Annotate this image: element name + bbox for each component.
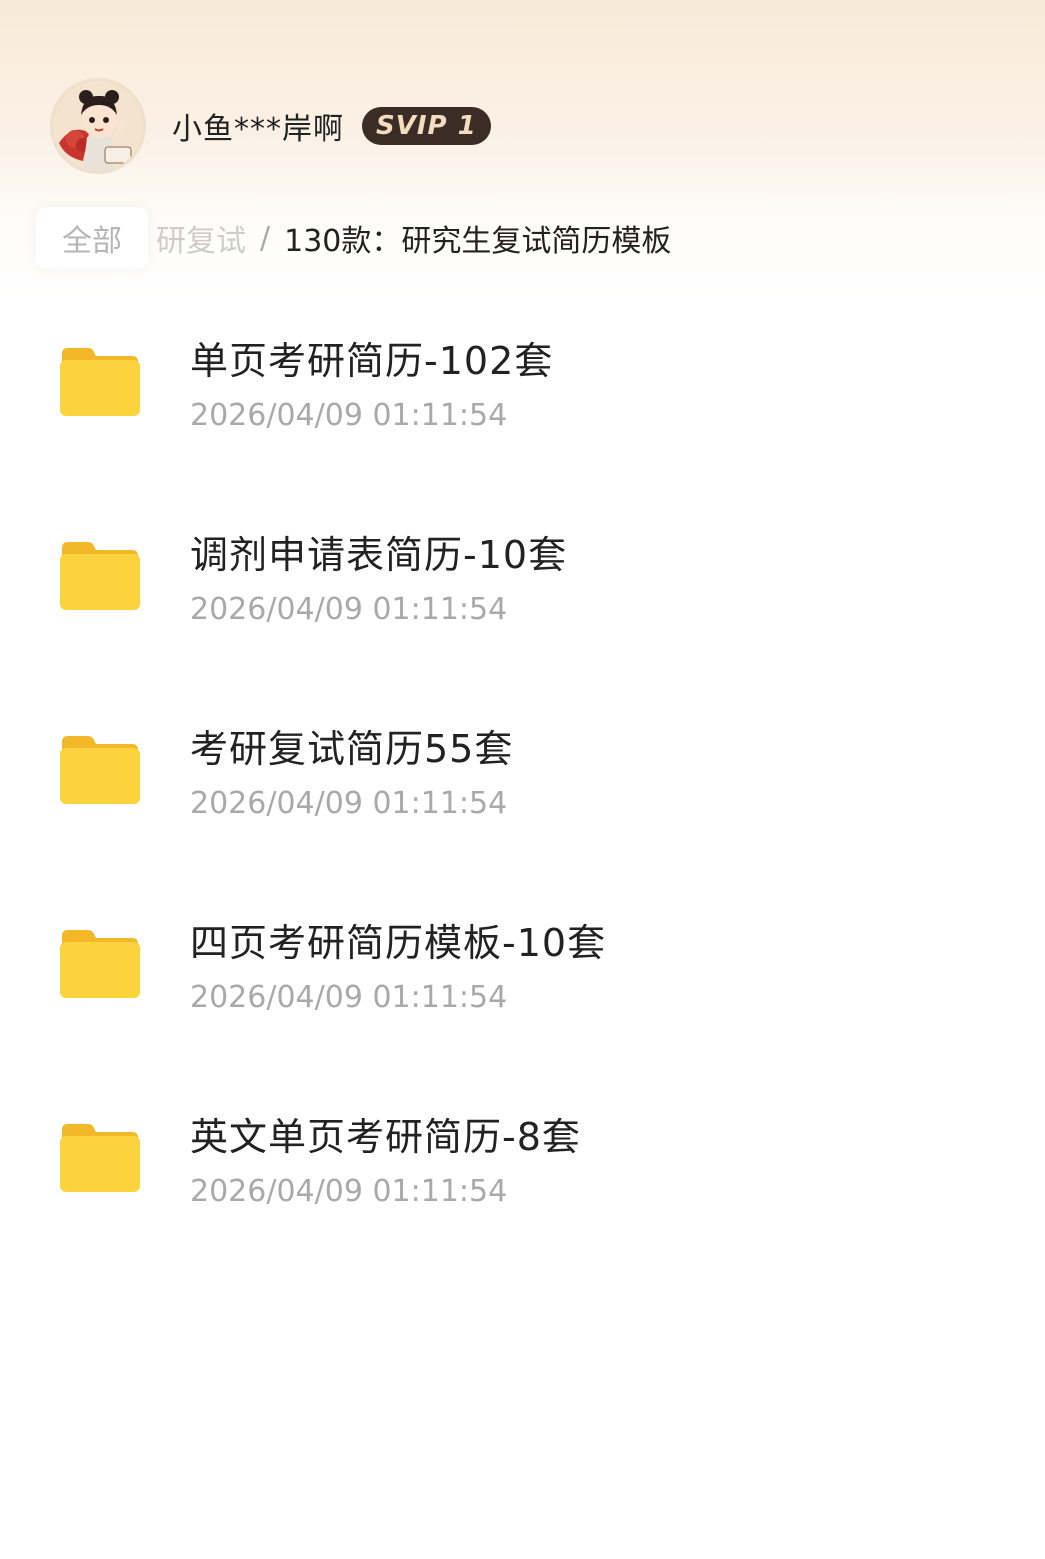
list-item[interactable]: 英文单页考研简历-8套 2026/04/09 01:11:54 (0, 1086, 1045, 1280)
file-name: 单页考研简历-102套 (190, 339, 554, 383)
avatar[interactable] (50, 78, 146, 174)
avatar-illustration (53, 81, 143, 171)
file-timestamp: 2026/04/09 01:11:54 (190, 980, 508, 1015)
file-name: 英文单页考研简历-8套 (190, 1115, 581, 1159)
folder-icon (60, 1124, 140, 1192)
file-timestamp: 2026/04/09 01:11:54 (190, 1174, 508, 1209)
list-item[interactable]: 四页考研简历模板-10套 2026/04/09 01:11:54 (0, 892, 1045, 1086)
file-timestamp: 2026/04/09 01:11:54 (190, 786, 508, 821)
file-list: 单页考研简历-102套 2026/04/09 01:11:54 调剂申请表简历-… (0, 310, 1045, 1280)
folder-icon (60, 348, 140, 416)
breadcrumb-parent[interactable]: 研复试 (156, 216, 246, 260)
file-timestamp: 2026/04/09 01:11:54 (190, 592, 508, 627)
file-timestamp: 2026/04/09 01:11:54 (190, 398, 508, 433)
folder-icon (60, 542, 140, 610)
list-item[interactable]: 单页考研简历-102套 2026/04/09 01:11:54 (0, 310, 1045, 504)
vip-badge: SVIP 1 (362, 107, 491, 145)
list-item[interactable]: 考研复试简历55套 2026/04/09 01:11:54 (0, 698, 1045, 892)
folder-icon (60, 930, 140, 998)
file-name: 四页考研简历模板-10套 (190, 921, 607, 965)
user-header: 小鱼***岸啊 SVIP 1 (50, 78, 491, 174)
breadcrumb-root[interactable]: 全部 (36, 207, 148, 269)
file-name: 调剂申请表简历-10套 (190, 533, 568, 577)
breadcrumb-separator: / (260, 220, 271, 256)
breadcrumb: 全部 研复试 / 130款：研究生复试简历模板 (36, 207, 671, 269)
file-name: 考研复试简历55套 (190, 727, 514, 771)
folder-icon (60, 736, 140, 804)
list-item[interactable]: 调剂申请表简历-10套 2026/04/09 01:11:54 (0, 504, 1045, 698)
breadcrumb-current: 130款：研究生复试简历模板 (284, 224, 672, 259)
username: 小鱼***岸啊 (172, 112, 344, 147)
